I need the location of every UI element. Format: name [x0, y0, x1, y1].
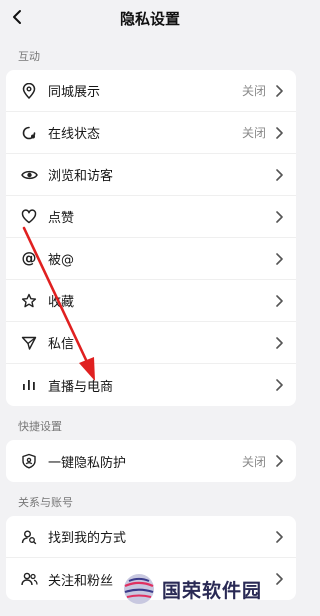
row-label: 一键隐私防护 [48, 455, 127, 471]
row-private-messages[interactable]: 私信 [6, 322, 296, 364]
row-nearby-display[interactable]: 同城展示 关闭 [6, 70, 296, 112]
card-interaction: 同城展示 关闭 在线状态 关闭 浏览和访客 点赞 @ 被@ 收藏 私信 直播与电… [6, 70, 296, 406]
chevron-left-icon [13, 10, 21, 24]
row-label: 在线状态 [48, 127, 101, 142]
row-online-status[interactable]: 在线状态 关闭 [6, 112, 296, 154]
page-title: 隐私设置 [119, 9, 180, 28]
chevron-right-icon [274, 336, 284, 350]
chevron-right-icon [274, 210, 284, 224]
row-privacy-protection[interactable]: 一键隐私防护 关闭 [6, 440, 296, 482]
row-value: 关闭 [241, 126, 266, 140]
section-label-relations-account: 关系与账号 [18, 496, 73, 509]
star-icon [20, 292, 38, 310]
row-mentions[interactable]: @ 被@ [6, 238, 296, 280]
row-label: 私信 [48, 337, 75, 352]
chevron-right-icon [274, 168, 284, 182]
eye-icon [20, 166, 38, 184]
chevron-right-icon [274, 294, 284, 308]
row-browse-visitors[interactable]: 浏览和访客 [6, 154, 296, 196]
row-label: 找到我的方式 [48, 531, 127, 546]
chevron-right-icon [274, 454, 284, 468]
bars-icon [20, 376, 38, 394]
section-label-quick-settings: 快捷设置 [18, 420, 62, 433]
row-label: 直播与电商 [48, 379, 114, 395]
chevron-right-icon [274, 572, 284, 586]
row-label: 同城展示 [48, 85, 101, 100]
chevron-right-icon [274, 378, 284, 392]
row-value: 关闭 [241, 454, 266, 469]
heart-icon [20, 208, 38, 226]
chevron-right-icon [274, 126, 284, 140]
row-label: 被@ [48, 253, 75, 268]
top-bar: 隐私设置 [0, 0, 300, 36]
back-button[interactable] [6, 6, 28, 28]
watermark: 国荣软件园 [122, 572, 262, 606]
card-quick-settings: 一键隐私防护 关闭 [6, 440, 296, 482]
row-label: 点赞 [48, 211, 75, 226]
at-icon: @ [21, 249, 37, 267]
chevron-right-icon [274, 252, 284, 266]
row-value: 关闭 [241, 84, 266, 98]
row-favorites[interactable]: 收藏 [6, 280, 296, 322]
row-live-commerce[interactable]: 直播与电商 [6, 364, 296, 406]
globe-logo-icon [124, 574, 154, 604]
user-search-icon [20, 528, 38, 546]
watermark-text: 国荣软件园 [162, 579, 263, 602]
shield-icon [20, 452, 38, 470]
users-icon [20, 570, 38, 588]
section-label-interaction: 互动 [18, 50, 40, 63]
row-find-me[interactable]: 找到我的方式 [6, 516, 296, 558]
location-pin-icon [20, 82, 38, 100]
row-label: 浏览和访客 [48, 169, 114, 184]
chevron-right-icon [274, 84, 284, 98]
chevron-right-icon [274, 530, 284, 544]
row-likes[interactable]: 点赞 [6, 196, 296, 238]
online-status-icon [20, 124, 38, 142]
row-label: 收藏 [48, 295, 75, 310]
send-icon [20, 334, 38, 352]
